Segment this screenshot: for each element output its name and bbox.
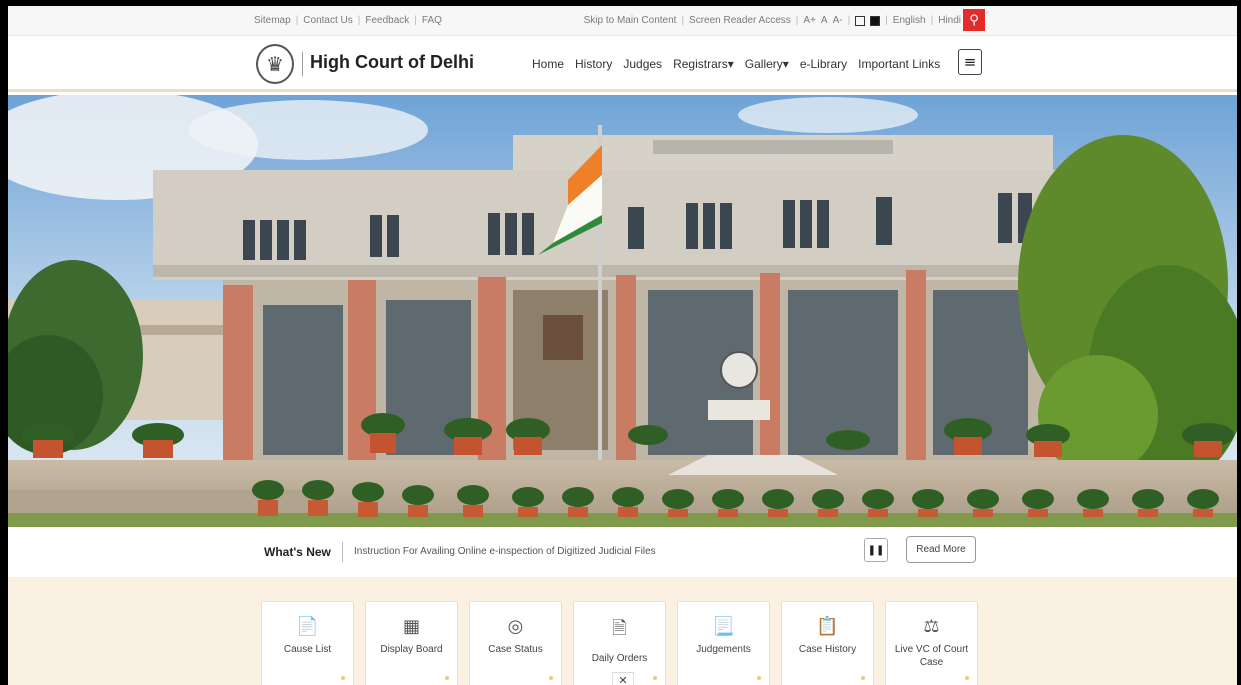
whats-new-label: What's New: [264, 545, 331, 559]
utility-bar: Sitemap | Contact Us | Feedback | FAQ Sk…: [8, 6, 1237, 36]
case-history-icon: 📋: [816, 616, 839, 637]
case-status-icon: ◎: [507, 616, 524, 637]
document-icon: 📄: [296, 616, 319, 637]
sitemap-link[interactable]: Sitemap: [254, 15, 291, 26]
hindi-language-link[interactable]: Hindi: [938, 15, 961, 26]
card-case-history[interactable]: 📋 Case History: [781, 601, 874, 685]
card-cause-list[interactable]: 📄 Cause List: [261, 601, 354, 685]
close-icon[interactable]: ✕: [612, 672, 634, 685]
nav-gallery[interactable]: Gallery▾: [745, 57, 789, 71]
search-button[interactable]: ⚲: [963, 9, 985, 31]
faq-link[interactable]: FAQ: [422, 15, 442, 26]
site-header: ♛ High Court of Delhi Home History Judge…: [8, 36, 1237, 92]
light-contrast-button[interactable]: [855, 15, 866, 26]
dark-contrast-button[interactable]: [870, 15, 881, 26]
card-label: Cause List: [283, 644, 332, 655]
nav-important-links[interactable]: Important Links: [858, 57, 940, 71]
font-decrease-button[interactable]: A-: [833, 15, 843, 26]
contact-us-link[interactable]: Contact Us: [303, 15, 352, 26]
hamburger-icon: ≡: [963, 53, 977, 71]
main-nav: Home History Judges Registrars▾ Gallery▾…: [532, 57, 940, 71]
card-label: Daily Orders: [591, 653, 648, 664]
card-label: Case History: [798, 644, 857, 655]
card-case-status[interactable]: ◎ Case Status: [469, 601, 562, 685]
font-increase-button[interactable]: A+: [803, 15, 816, 26]
accessibility-links: Skip to Main Content | Screen Reader Acc…: [583, 15, 961, 26]
card-judgements[interactable]: 📃 Judgements: [677, 601, 770, 685]
nav-registrars[interactable]: Registrars▾: [673, 57, 734, 71]
english-language-link[interactable]: English: [893, 15, 926, 26]
scales-of-justice-icon: ⚖: [923, 616, 940, 637]
nav-e-library[interactable]: e-Library: [800, 57, 847, 71]
court-building-image: [8, 95, 1237, 527]
card-live-vc[interactable]: ⚖ Live VC of Court Case: [885, 601, 978, 685]
display-board-icon: ▦: [402, 616, 420, 637]
feedback-link[interactable]: Feedback: [365, 15, 409, 26]
skip-to-main-link[interactable]: Skip to Main Content: [584, 15, 677, 26]
card-label: Display Board: [380, 644, 443, 655]
nav-home[interactable]: Home: [532, 57, 564, 71]
hero-banner: [8, 95, 1237, 527]
read-more-button[interactable]: Read More: [906, 536, 976, 563]
pause-icon: ❚❚: [867, 544, 885, 556]
card-display-board[interactable]: ▦ Display Board: [365, 601, 458, 685]
search-icon: ⚲: [969, 12, 979, 28]
card-label: Judgements: [696, 644, 751, 655]
judgements-icon: 📃: [712, 616, 735, 637]
daily-orders-icon: 🗎: [612, 618, 627, 639]
nav-judges[interactable]: Judges: [623, 57, 662, 71]
news-ticker-text[interactable]: Instruction For Availing Online e-inspec…: [354, 546, 656, 557]
card-label: Case Status: [488, 644, 543, 655]
national-emblem-logo[interactable]: ♛: [256, 44, 294, 84]
utility-links: Sitemap | Contact Us | Feedback | FAQ: [254, 15, 442, 26]
emblem-icon: ♛: [266, 52, 284, 76]
card-label: Live VC of Court Case: [894, 644, 969, 668]
font-normal-button[interactable]: A: [821, 15, 828, 26]
screen-reader-link[interactable]: Screen Reader Access: [689, 15, 791, 26]
menu-button[interactable]: ≡: [958, 49, 982, 75]
site-title[interactable]: High Court of Delhi: [310, 52, 474, 73]
browser-page: Sitemap | Contact Us | Feedback | FAQ Sk…: [8, 6, 1237, 685]
quick-services: 📄 Cause List ▦ Display Board ◎ Case Stat…: [8, 577, 1237, 685]
pause-ticker-button[interactable]: ❚❚: [864, 538, 888, 562]
nav-history[interactable]: History: [575, 57, 612, 71]
whats-new-bar: What's New Instruction For Availing Onli…: [8, 527, 1237, 577]
